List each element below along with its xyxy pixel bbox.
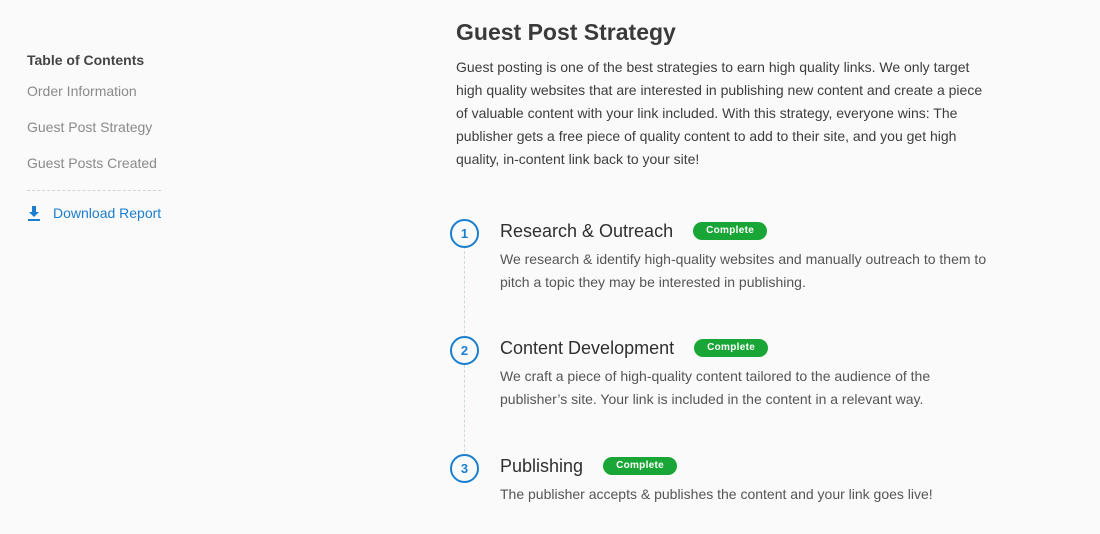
guest-post-strategy-section: Guest Post Strategy Guest posting is one… bbox=[456, 17, 1016, 171]
step-header: Research & Outreach Complete bbox=[500, 218, 1000, 244]
step-description: We craft a piece of high-quality content… bbox=[500, 368, 931, 407]
step-header: Content Development Complete bbox=[500, 335, 1000, 361]
step-body: Content Development Complete We craft a … bbox=[500, 335, 1000, 411]
status-badge: Complete bbox=[693, 222, 768, 240]
step-title: Research & Outreach bbox=[500, 221, 674, 241]
status-badge: Complete bbox=[694, 339, 769, 357]
step-number-badge: 3 bbox=[450, 454, 479, 483]
toc-item-guest-post-strategy[interactable]: Guest Post Strategy bbox=[27, 118, 162, 136]
step-number-badge: 1 bbox=[450, 219, 479, 248]
step-header: Publishing Complete bbox=[500, 453, 1000, 479]
strategy-steps: 1 Research & Outreach Complete We resear… bbox=[450, 218, 1050, 518]
status-badge: Complete bbox=[603, 457, 678, 475]
step-number-badge: 2 bbox=[450, 336, 479, 365]
download-icon bbox=[27, 205, 41, 221]
download-report-label: Download Report bbox=[53, 205, 162, 221]
step-title: Publishing bbox=[500, 456, 584, 476]
table-of-contents: Table of Contents Order Information Gues… bbox=[27, 51, 162, 222]
intro-paragraph: Guest posting is one of the best strateg… bbox=[456, 59, 983, 167]
download-report-button[interactable]: Download Report bbox=[27, 204, 162, 222]
toc-divider bbox=[27, 190, 161, 191]
toc-title: Table of Contents bbox=[27, 52, 145, 68]
toc-item-order-information[interactable]: Order Information bbox=[27, 82, 162, 100]
step-description: We research & identify high-quality webs… bbox=[500, 251, 987, 290]
step-title: Content Development bbox=[500, 338, 675, 358]
step-body: Publishing Complete The publisher accept… bbox=[500, 453, 1000, 506]
step-description: The publisher accepts & publishes the co… bbox=[500, 486, 933, 502]
step-body: Research & Outreach Complete We research… bbox=[500, 218, 1000, 294]
page-title: Guest Post Strategy bbox=[456, 19, 676, 45]
toc-item-guest-posts-created[interactable]: Guest Posts Created bbox=[27, 154, 162, 172]
page: Table of Contents Order Information Gues… bbox=[0, 0, 1100, 534]
